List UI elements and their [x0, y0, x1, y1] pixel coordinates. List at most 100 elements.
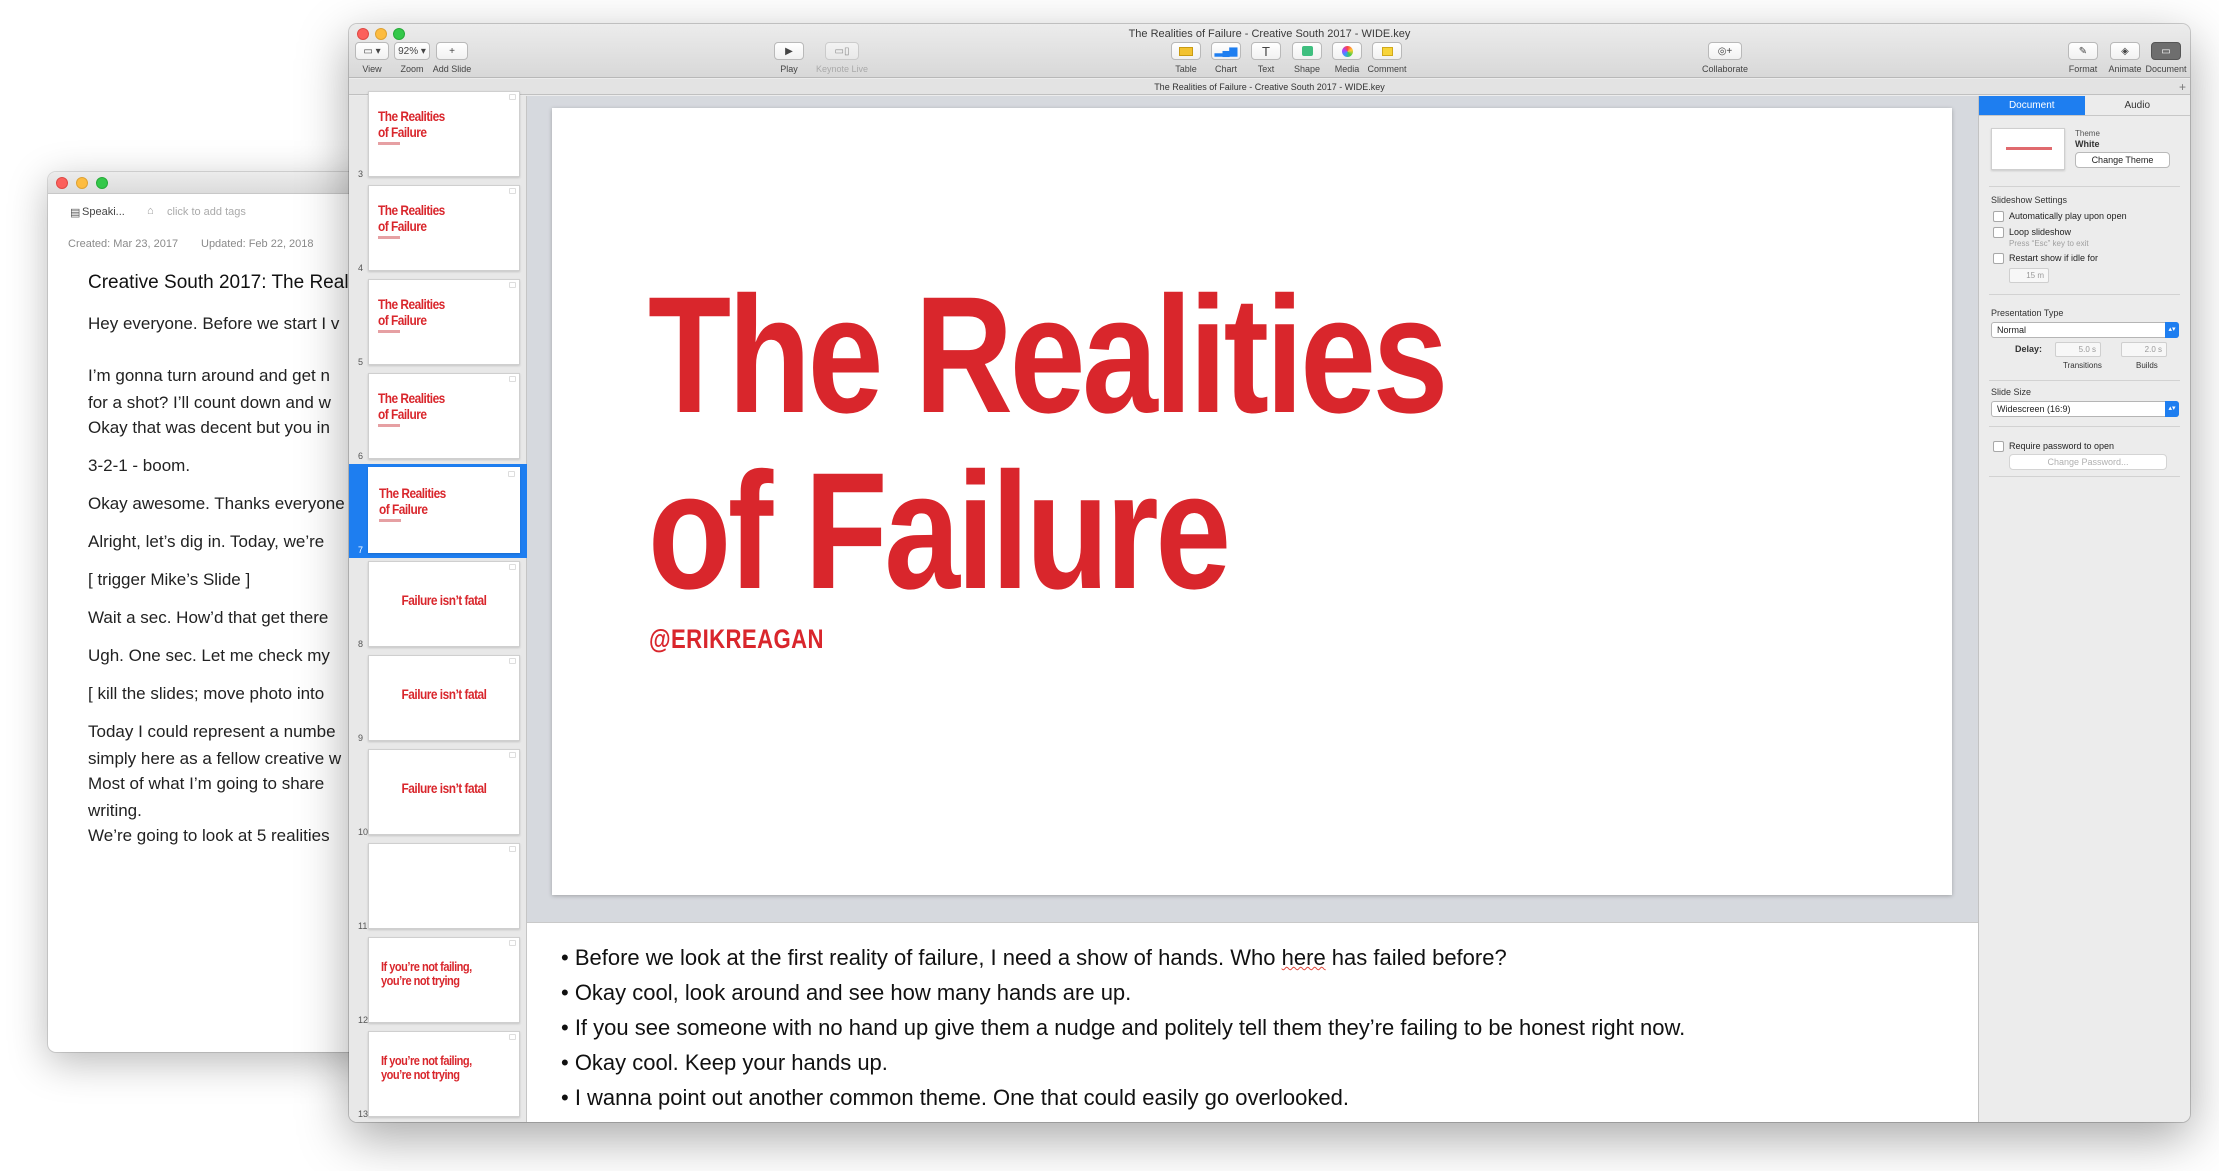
require-password-label: Require password to open [2009, 441, 2115, 451]
tags-field[interactable]: click to add tags [167, 206, 246, 218]
slide-number: 10 [358, 827, 369, 837]
slide-canvas[interactable]: The Realities of Failure @ERIKREAGAN [527, 96, 2014, 946]
transitions-delay-field[interactable]: 5.0 s [2055, 342, 2101, 357]
notes-paragraph[interactable]: Ugh. One sec. Let me check my [88, 642, 330, 669]
new-tab-icon[interactable]: + [2179, 79, 2186, 95]
zoom-popup[interactable]: 92% ▾ [394, 42, 430, 60]
collaborate-label: Collaborate [1701, 64, 1749, 74]
change-password-button[interactable]: Change Password... [2009, 454, 2167, 470]
slide-navigator[interactable]: 3 The Realities of Failure 4 The Realities … [349, 91, 527, 1122]
restart-idle-label: Restart show if idle for [2009, 253, 2099, 263]
notes-paragraph[interactable]: Alright, let’s dig in. Today, we’re [88, 528, 324, 555]
notes-paragraph[interactable]: [ kill the slides; move photo into [88, 680, 324, 707]
notes-paragraph[interactable]: We’re going to look at 5 realities [88, 822, 330, 849]
slide-size-popup[interactable]: Widescreen (16:9) ▴▾ [1991, 401, 2179, 417]
updated-date: Updated: Feb 22, 2018 [201, 238, 314, 250]
notes-paragraph[interactable]: Okay awesome. Thanks everyone [88, 490, 345, 517]
slide-thumbnail[interactable]: 9 Failure isn’t fatal [349, 652, 527, 746]
presenter-note-line[interactable]: • I wanna point out another common theme… [561, 1085, 1349, 1111]
doc-icon: ▤ [70, 207, 81, 219]
tag-icon: ⌂ [147, 205, 154, 217]
presenter-note-line[interactable]: • If you see someone with no hand up giv… [561, 1015, 1685, 1041]
slide-number: 4 [358, 263, 364, 273]
document-tab[interactable]: The Realities of Failure - Creative Sout… [349, 79, 2190, 95]
slide-handle[interactable]: @ERIKREAGAN [649, 624, 824, 655]
slide-title[interactable]: The Realities of Failure [648, 268, 1448, 620]
animate-button[interactable]: ◈ [2110, 42, 2140, 60]
slide-thumbnail[interactable]: 8 Failure isn’t fatal [349, 558, 527, 652]
notes-paragraph[interactable]: I’m gonna turn around and get n for a sh… [88, 362, 331, 416]
slide-thumbnail[interactable]: 13 If you’re not failing, you’re not tryi… [349, 1028, 527, 1122]
notes-doc-name[interactable]: Speaki... [82, 206, 125, 218]
text-button[interactable]: T [1251, 42, 1281, 60]
add-slide-label: Add Slide [432, 64, 472, 74]
slide-thumbnail-handle [378, 330, 400, 333]
spelling-flagged-word[interactable]: here [1282, 945, 1326, 970]
theme-thumbnail [1991, 128, 2065, 170]
tab-document[interactable]: Document [1979, 96, 2085, 115]
play-label: Play [780, 64, 798, 74]
auto-play-checkbox[interactable] [1993, 211, 2004, 222]
play-button[interactable]: ▶ [774, 42, 804, 60]
minimize-window-button[interactable] [76, 177, 88, 189]
media-button[interactable] [1332, 42, 1362, 60]
slide-thumbnail-title: The Realities of Failure [379, 485, 446, 517]
divider [1989, 426, 2180, 427]
slide-thumbnail-image: The Realities of Failure [368, 185, 520, 271]
notes-paragraph[interactable]: Okay that was decent but you in [88, 414, 330, 441]
presenter-note-line[interactable]: • Okay cool, look around and see how man… [561, 980, 1131, 1006]
keynote-window: The Realities of Failure - Creative Sout… [349, 24, 2190, 1122]
notes-title[interactable]: Creative South 2017: The Real [88, 272, 349, 294]
text-icon: T [1262, 43, 1270, 59]
presenter-note-line[interactable]: • Okay cool. Keep your hands up. [561, 1050, 888, 1076]
presenter-notes[interactable]: • Before we look at the first reality of… [527, 922, 2014, 1122]
format-button[interactable]: ✎ [2068, 42, 2098, 60]
slide-thumbnail[interactable]: 4 The Realities of Failure [349, 182, 527, 276]
keynote-live-button[interactable]: ▭▯ [825, 42, 859, 60]
presenter-note-text: • I wanna point out another common theme… [561, 1085, 1349, 1110]
idle-time-field[interactable]: 15 m [2009, 268, 2049, 283]
slide-thumbnail[interactable]: 10 Failure isn’t fatal [349, 746, 527, 840]
collaborate-button[interactable]: ◎+ [1708, 42, 1742, 60]
slide-thumbnail[interactable]: 12 If you’re not failing, you’re not tryi… [349, 934, 527, 1028]
add-slide-button[interactable]: + [436, 42, 468, 60]
slide-thumbnail[interactable]: 5 The Realities of Failure [349, 276, 527, 370]
slide-thumbnail-image: The Realities of Failure [368, 279, 520, 365]
notes-paragraph[interactable]: Today I could represent a numbe simply h… [88, 718, 341, 772]
slide-thumbnail[interactable]: 3 The Realities of Failure [349, 88, 527, 182]
presenter-note-line[interactable]: • Before we look at the first reality of… [561, 945, 1507, 971]
slide-thumbnail-image: The Realities of Failure [368, 91, 520, 177]
restart-idle-checkbox[interactable] [1993, 253, 2004, 264]
slide-thumbnail-title: Failure isn’t fatal [401, 780, 487, 796]
plus-icon: + [449, 45, 455, 57]
slide-thumbnail[interactable]: 7 The Realities of Failure [349, 464, 527, 558]
chart-button[interactable]: ▂▄▆ [1211, 42, 1241, 60]
slide-thumbnail[interactable]: 6 The Realities of Failure [349, 370, 527, 464]
slide-thumbnail[interactable]: 11 [349, 840, 527, 934]
current-slide[interactable]: The Realities of Failure @ERIKREAGAN [552, 108, 1952, 895]
keynote-live-label: Keynote Live [815, 64, 869, 74]
slide-link-icon [509, 564, 516, 570]
table-button[interactable] [1171, 42, 1201, 60]
slide-link-icon [509, 282, 516, 288]
notes-paragraph[interactable]: [ trigger Mike’s Slide ] [88, 566, 250, 593]
slide-thumbnail-title: If you’re not failing, you’re not trying [381, 959, 472, 988]
notes-paragraph[interactable]: Wait a sec. How’d that get there [88, 604, 328, 631]
view-button[interactable]: ▭ ▾ [355, 42, 389, 60]
presentation-type-popup[interactable]: Normal ▴▾ [1991, 322, 2179, 338]
comment-button[interactable] [1372, 42, 1402, 60]
builds-delay-field[interactable]: 2.0 s [2121, 342, 2167, 357]
require-password-checkbox[interactable] [1993, 441, 2004, 452]
notes-paragraph[interactable]: Hey everyone. Before we start I v [88, 310, 339, 337]
loop-checkbox[interactable] [1993, 227, 2004, 238]
close-window-button[interactable] [56, 177, 68, 189]
tab-audio[interactable]: Audio [2085, 96, 2191, 115]
zoom-window-button[interactable] [96, 177, 108, 189]
notes-paragraph[interactable]: 3-2-1 - boom. [88, 452, 190, 479]
change-theme-button[interactable]: Change Theme [2075, 152, 2170, 168]
slide-number: 6 [358, 451, 364, 461]
shape-button[interactable] [1292, 42, 1322, 60]
notes-paragraph[interactable]: Most of what I’m going to share writing. [88, 770, 324, 824]
document-button[interactable]: ▭ [2151, 42, 2181, 60]
slide-thumbnail-title: The Realities of Failure [378, 296, 445, 328]
